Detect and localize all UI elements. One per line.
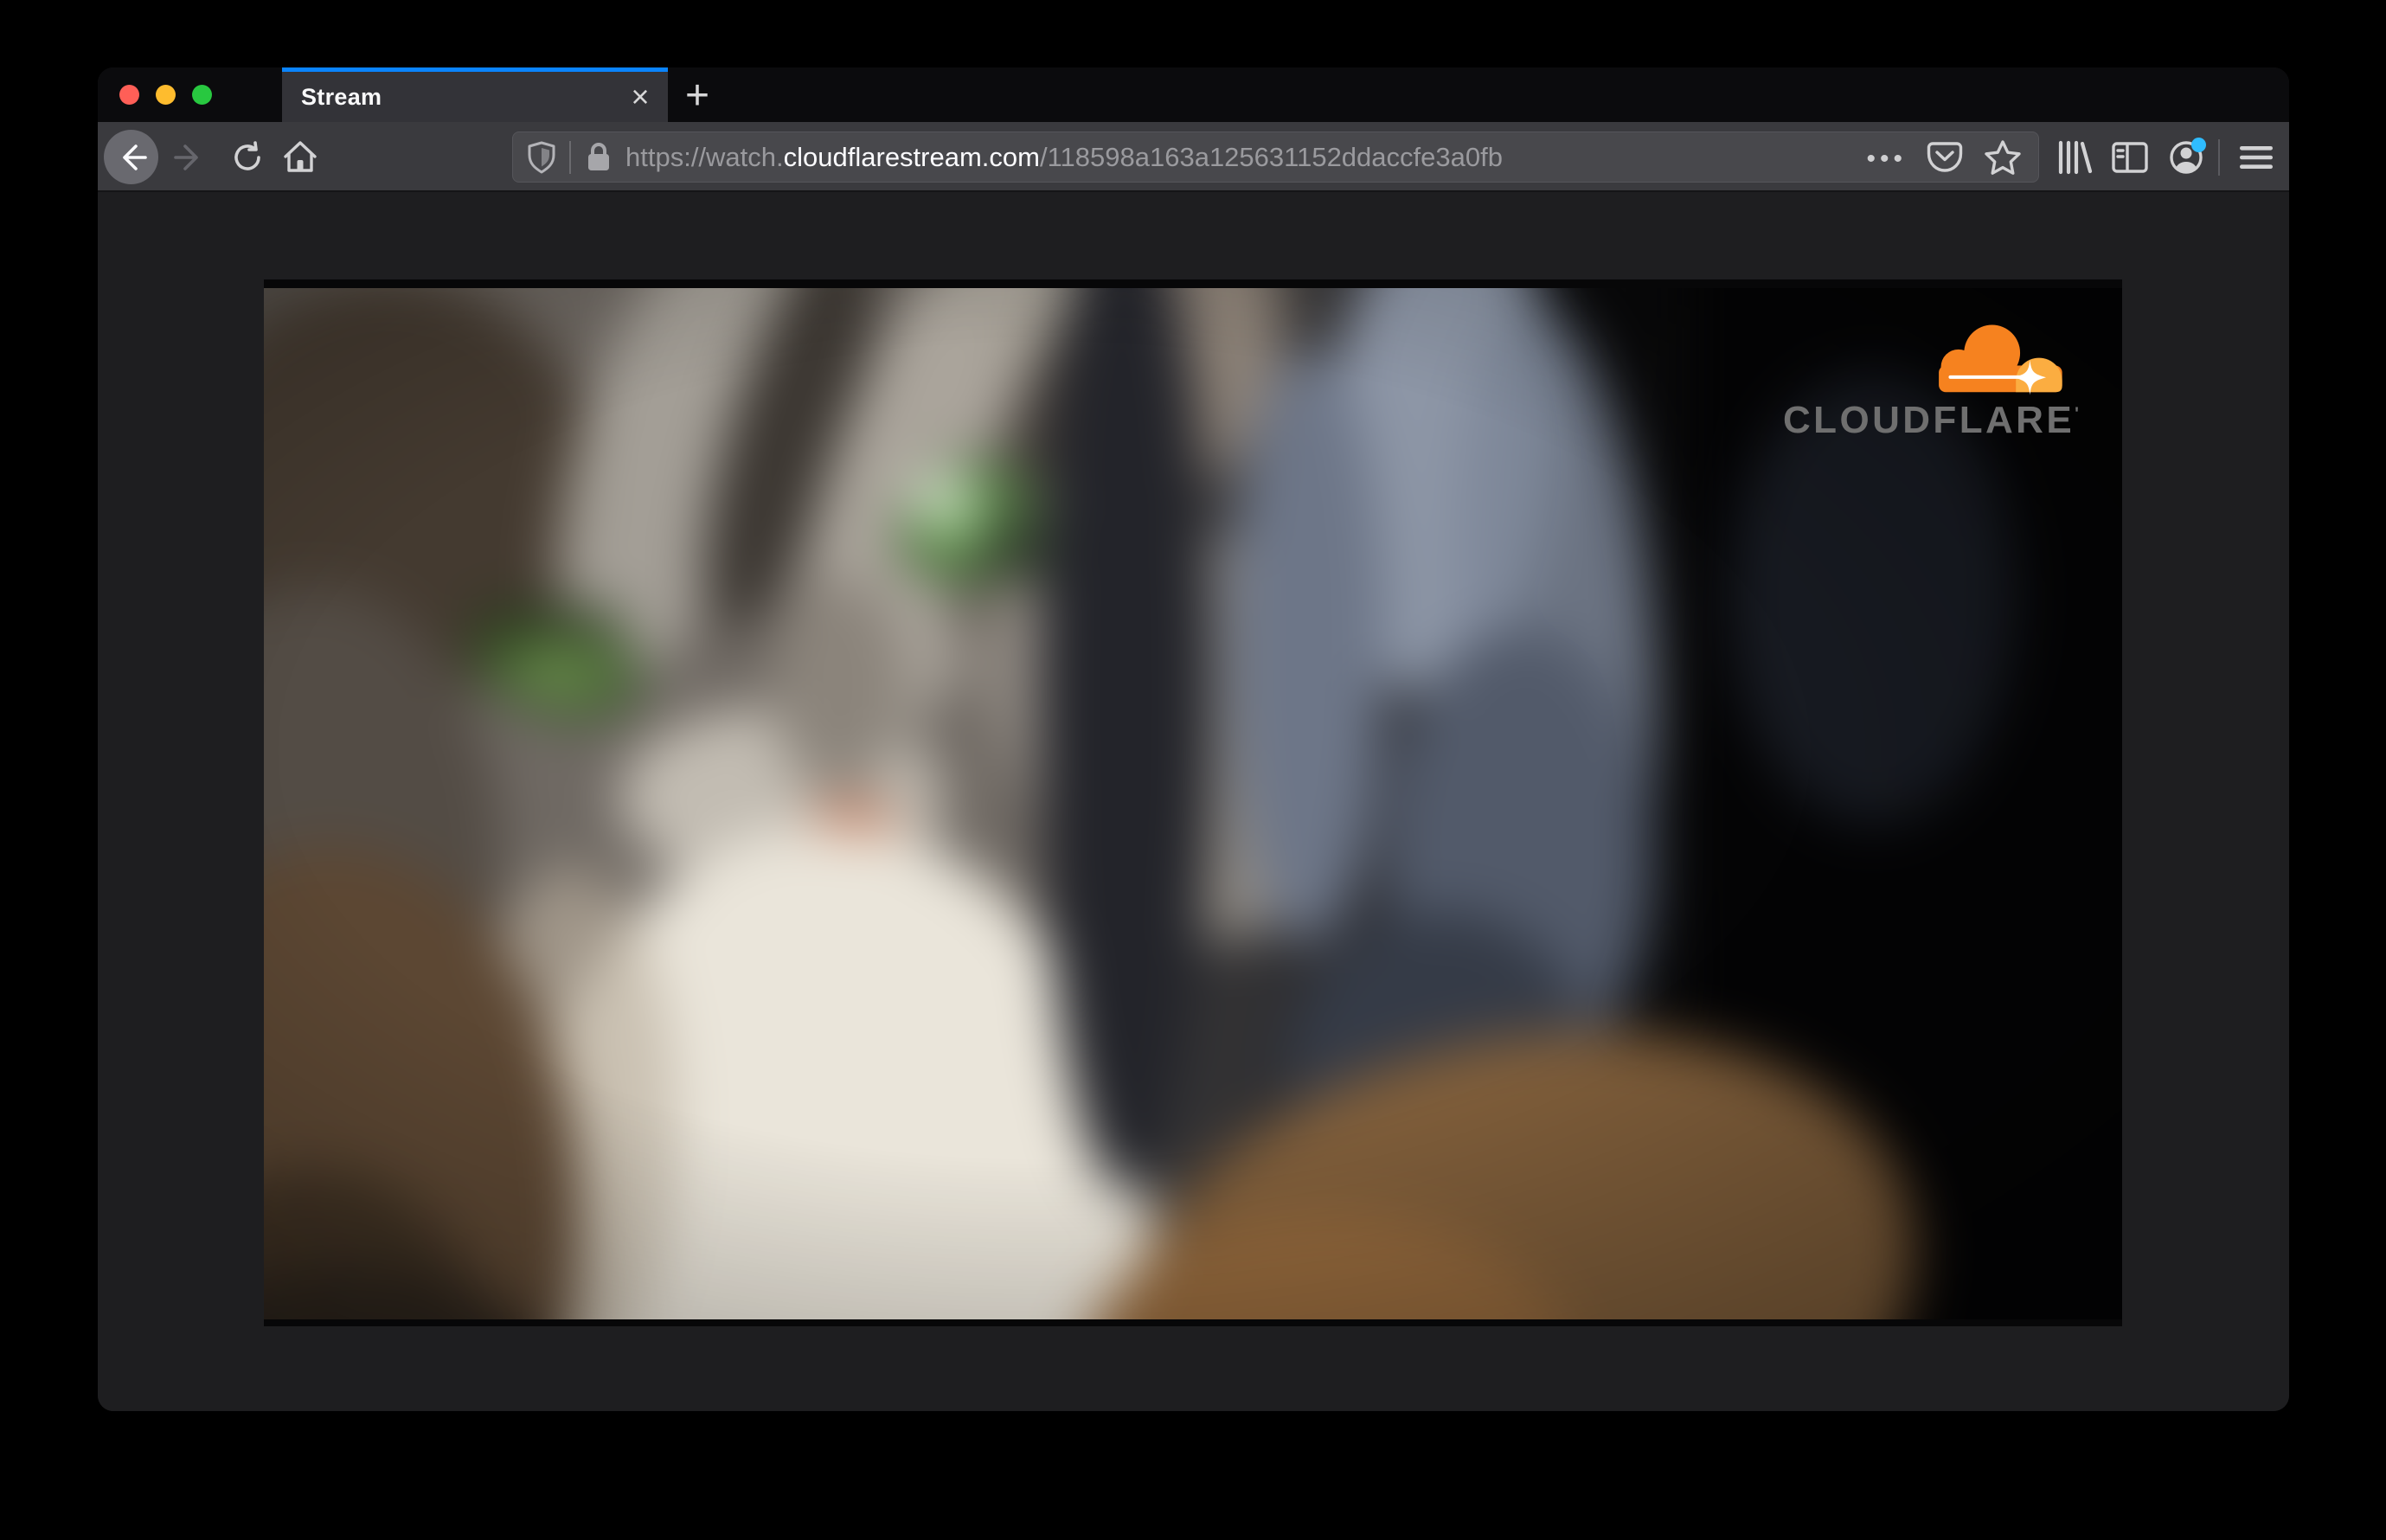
bookmark-star-icon[interactable] <box>1983 138 2023 176</box>
back-button[interactable] <box>104 130 158 184</box>
back-arrow-icon <box>122 144 147 170</box>
home-icon <box>283 140 317 172</box>
tab-title: Stream <box>301 83 382 110</box>
cloudflare-cloud-logo-icon <box>1939 324 2062 395</box>
sidebar-button[interactable] <box>2105 132 2155 183</box>
cloudflare-watermark: CLOUDFLARE' <box>1783 323 2079 442</box>
new-tab-button[interactable]: + <box>676 73 719 119</box>
account-button[interactable] <box>2161 132 2211 183</box>
window-minimize-button[interactable] <box>156 85 176 105</box>
url-bar[interactable]: https://watch.cloudflarestream.com/11859… <box>512 132 2039 183</box>
tab-bar: Stream × + <box>98 67 2289 122</box>
url-text[interactable]: https://watch.cloudflarestream.com/11859… <box>625 142 1866 173</box>
pocket-icon[interactable] <box>1926 139 1964 176</box>
toolbar-separator <box>2218 139 2220 176</box>
url-path: /118598a163a125631152ddaccfe3a0fb <box>1039 141 1503 172</box>
page-actions: ••• <box>1866 138 2023 176</box>
traffic-lights <box>119 67 212 122</box>
forward-button[interactable] <box>162 130 216 184</box>
page-content: CLOUDFLARE' <box>98 192 2289 1411</box>
hamburger-menu-icon <box>2240 146 2273 169</box>
navigation-toolbar: https://watch.cloudflarestream.com/11859… <box>98 122 2289 192</box>
reload-button[interactable] <box>220 130 274 184</box>
home-button[interactable] <box>273 130 327 184</box>
tab-stream[interactable]: Stream × <box>282 67 668 122</box>
url-host: cloudflarestream.com <box>783 141 1040 172</box>
tab-close-icon[interactable]: × <box>621 78 659 116</box>
forward-arrow-icon <box>173 144 198 170</box>
cloudflare-watermark-text: CLOUDFLARE' <box>1783 399 2079 441</box>
sidebar-icon <box>2112 142 2148 173</box>
window-zoom-button[interactable] <box>192 85 212 105</box>
menu-button[interactable] <box>2231 132 2281 183</box>
urlbar-separator <box>569 140 571 174</box>
cloudflare-tm-mark: ' <box>2075 404 2079 424</box>
https-lock-icon[interactable] <box>584 141 613 174</box>
url-scheme: https://watch. <box>625 141 784 172</box>
library-button[interactable] <box>2049 132 2100 183</box>
library-icon <box>2058 140 2093 175</box>
reload-icon <box>234 140 260 170</box>
account-badge <box>2191 138 2206 152</box>
video-top-letterbox <box>264 279 2122 288</box>
video-bottom-letterbox <box>264 1319 2122 1326</box>
tracking-protection-shield-icon[interactable] <box>527 140 556 175</box>
browser-window: Stream × + https://watch.cloudflarestrea… <box>98 67 2289 1411</box>
page-actions-icon[interactable]: ••• <box>1866 143 1907 172</box>
video-player[interactable]: CLOUDFLARE' <box>264 279 2122 1326</box>
window-close-button[interactable] <box>119 85 139 105</box>
